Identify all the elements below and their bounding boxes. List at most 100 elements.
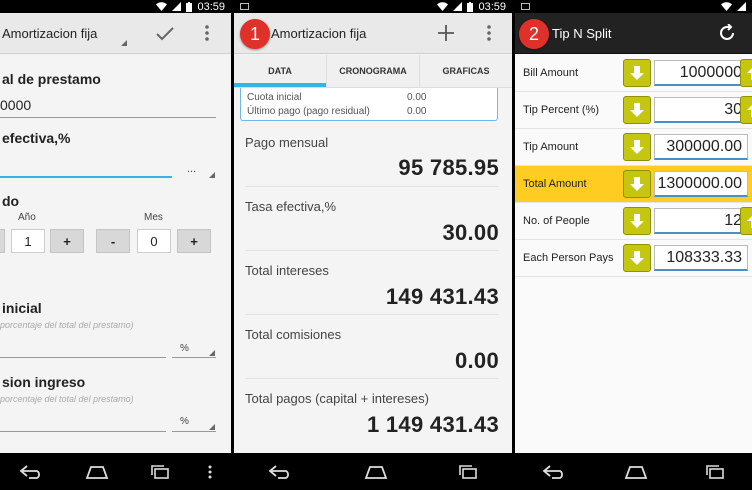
home-icon[interactable]	[362, 465, 390, 479]
action-bar: 1 Amortizacion fija	[234, 13, 512, 54]
tip-row: Tip Amount 300000.00	[515, 129, 752, 166]
decrement-button[interactable]	[623, 207, 651, 235]
signal-icon	[453, 2, 463, 11]
back-icon[interactable]	[268, 464, 294, 479]
tip-row-value[interactable]: 1300000.00	[654, 171, 748, 197]
down-payment-hint: porcentaje del total del prestamo)	[0, 320, 134, 330]
tip-row-value[interactable]: 300000.00	[654, 134, 748, 160]
arrow-down-icon	[630, 66, 644, 80]
tab-data[interactable]: DATA	[234, 55, 326, 87]
spinner-indicator-icon[interactable]	[121, 40, 127, 46]
tip-row: Tip Percent (%) 30	[515, 92, 752, 129]
rate-label: efectiva,%	[2, 130, 71, 146]
signal-icon	[737, 2, 746, 11]
info-value: 0.00	[407, 105, 427, 117]
year-plus-button[interactable]: +	[50, 229, 84, 253]
commission-input[interactable]	[0, 431, 166, 432]
tab-graficas[interactable]: GRAFICAS	[419, 55, 512, 87]
month-minus-button[interactable]: -	[96, 229, 130, 253]
overflow-menu-icon[interactable]	[208, 465, 212, 479]
decrement-button[interactable]	[623, 96, 651, 124]
total-commissions-value: 0.00	[454, 348, 499, 373]
arrow-up-icon	[747, 105, 752, 117]
tip-row: No. of People 12	[515, 203, 752, 240]
year-label: Año	[18, 212, 36, 223]
clock: 03:59	[478, 0, 506, 13]
loan-amount-input[interactable]: 0000	[0, 97, 31, 113]
total-interest-label: Total intereses	[245, 263, 329, 278]
down-payment-spinner-icon[interactable]	[209, 350, 215, 356]
divider	[245, 314, 499, 315]
loan-amount-underline	[0, 117, 216, 118]
refresh-icon[interactable]	[718, 24, 736, 42]
tip-row-label: Tip Percent (%)	[523, 104, 600, 116]
arrow-down-icon	[630, 140, 644, 154]
status-bar: 03:59	[0, 0, 231, 13]
commission-unit: %	[180, 416, 189, 427]
clock: 03:59	[197, 0, 225, 13]
recents-icon[interactable]	[705, 464, 725, 479]
home-icon[interactable]	[622, 465, 650, 479]
rate-more-button[interactable]: ...	[187, 163, 196, 175]
down-payment-label: inicial	[2, 300, 42, 316]
info-key: Cuota inicial	[247, 91, 302, 103]
battery-icon	[186, 1, 193, 12]
tip-row: Each Person Pays 108333.33	[515, 240, 752, 277]
overflow-menu-icon[interactable]	[487, 25, 491, 41]
info-row: Cuota inicial 0.00	[247, 90, 491, 104]
decrement-button[interactable]	[623, 170, 651, 198]
amortizacion-form-screen: 03:59 Amortizacion fija al de prestamo 0…	[0, 0, 231, 490]
info-value: 0.00	[407, 91, 427, 103]
tip-row-label: Tip Amount	[523, 141, 579, 153]
tip-row-label: No. of People	[523, 215, 590, 227]
tab-cronograma[interactable]: CRONOGRAMA	[326, 55, 419, 87]
back-icon[interactable]	[19, 464, 45, 479]
screen-title: Amortizacion fija	[2, 25, 98, 41]
battery-icon	[467, 1, 474, 12]
recents-icon[interactable]	[150, 464, 170, 479]
step-badge: 2	[519, 19, 549, 49]
divider	[245, 186, 499, 187]
month-value[interactable]: 0	[137, 229, 171, 253]
year-minus-button[interactable]: -	[0, 229, 5, 253]
check-icon[interactable]	[155, 26, 175, 42]
rate-input-focused[interactable]	[0, 176, 172, 178]
tip-n-split-screen: 2 Tip N Split Bill Amount 1000000 Tip Perc…	[515, 0, 752, 490]
down-payment-input[interactable]	[0, 357, 166, 358]
add-icon[interactable]	[437, 24, 455, 42]
amortizacion-results-screen: 03:59 1 Amortizacion fija DATA CRONOGRAM…	[234, 0, 512, 490]
commission-label: sion ingreso	[2, 374, 86, 390]
status-bar: 03:59	[234, 0, 512, 13]
decrement-button[interactable]	[623, 59, 651, 87]
tip-row-value[interactable]: 108333.33	[654, 245, 748, 271]
increment-button[interactable]	[740, 59, 752, 87]
recents-icon[interactable]	[458, 464, 478, 479]
rate-spinner-icon[interactable]	[209, 172, 215, 178]
tip-row: Total Amount 1300000.00	[515, 166, 752, 203]
decrement-button[interactable]	[623, 133, 651, 161]
arrow-up-icon	[747, 68, 752, 80]
commission-spinner-icon[interactable]	[209, 424, 215, 430]
overflow-menu-icon[interactable]	[205, 25, 209, 41]
month-label: Mes	[144, 212, 163, 223]
home-icon[interactable]	[83, 465, 111, 479]
increment-button[interactable]	[740, 96, 752, 124]
info-row: Último pago (pago residual) 0.00	[247, 104, 491, 118]
decrement-button[interactable]	[623, 244, 651, 272]
tip-row-label: Each Person Pays	[523, 252, 614, 264]
tip-row-label: Total Amount	[523, 178, 587, 190]
signal-icon	[172, 2, 182, 11]
month-plus-button[interactable]: +	[177, 229, 211, 253]
tip-row-value[interactable]: 1000000	[654, 60, 748, 86]
tip-row-value[interactable]: 12	[654, 208, 748, 234]
back-icon[interactable]	[542, 464, 568, 479]
arrow-down-icon	[630, 103, 644, 117]
total-interest-value: 149 431.43	[385, 284, 499, 309]
divider	[245, 378, 499, 379]
effective-rate-label: Tasa efectiva,%	[245, 199, 337, 214]
year-value[interactable]: 1	[11, 229, 45, 253]
tip-row-value[interactable]: 30	[654, 97, 748, 123]
nav-bar	[234, 453, 512, 490]
step-badge: 1	[240, 19, 270, 49]
increment-button[interactable]	[740, 207, 752, 235]
